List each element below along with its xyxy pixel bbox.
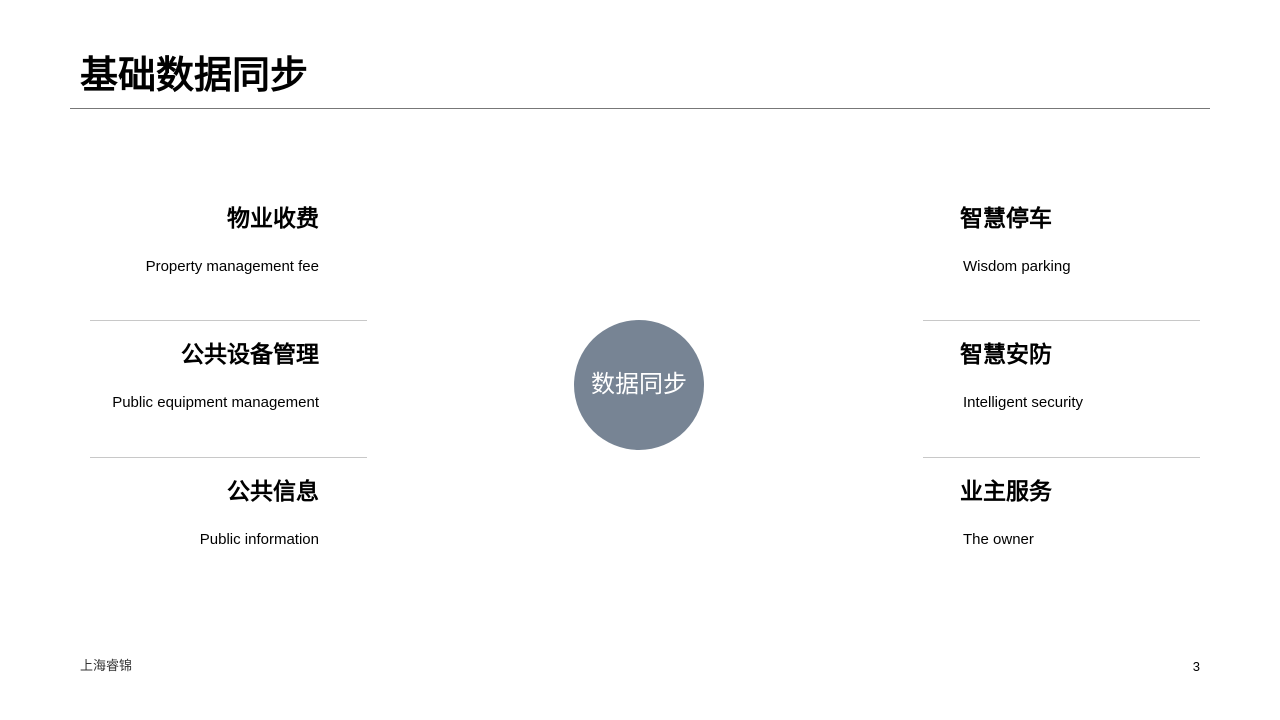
title-divider bbox=[70, 108, 1210, 109]
left-item-public-equipment: 公共设备管理 Public equipment management bbox=[59, 339, 319, 412]
center-hub-label: 数据同步 bbox=[591, 371, 687, 398]
right-item-title: 智慧停车 bbox=[960, 205, 1052, 231]
right-divider bbox=[923, 320, 1200, 321]
left-item-property-fee: 物业收费 Property management fee bbox=[59, 203, 319, 276]
left-item-subtitle: Public equipment management bbox=[112, 394, 319, 411]
left-item-subtitle: Public information bbox=[199, 531, 319, 548]
right-item-intelligent-security: 智慧安防 Intelligent security bbox=[960, 339, 1220, 412]
left-item-title: 公共信息 bbox=[227, 478, 319, 504]
left-divider bbox=[90, 320, 367, 321]
right-item-owner-service: 业主服务 The owner bbox=[960, 476, 1220, 549]
right-item-subtitle: Intelligent security bbox=[963, 394, 1084, 411]
left-item-subtitle: Property management fee bbox=[145, 258, 319, 275]
left-divider bbox=[90, 457, 367, 458]
center-hub-circle: 数据同步 bbox=[574, 320, 704, 450]
footer-page-number: 3 bbox=[1192, 659, 1200, 674]
right-item-title: 业主服务 bbox=[960, 478, 1052, 504]
right-item-subtitle: Wisdom parking bbox=[963, 258, 1071, 275]
left-item-public-information: 公共信息 Public information bbox=[59, 476, 319, 549]
footer-company-name: 上海睿锦 bbox=[80, 658, 133, 673]
right-item-subtitle: The owner bbox=[963, 531, 1034, 548]
left-item-title: 公共设备管理 bbox=[181, 341, 319, 367]
right-divider bbox=[923, 457, 1200, 458]
right-item-wisdom-parking: 智慧停车 Wisdom parking bbox=[960, 203, 1220, 276]
right-item-title: 智慧安防 bbox=[960, 341, 1052, 367]
left-item-title: 物业收费 bbox=[227, 205, 319, 231]
slide-title: 基础数据同步 bbox=[80, 55, 309, 97]
